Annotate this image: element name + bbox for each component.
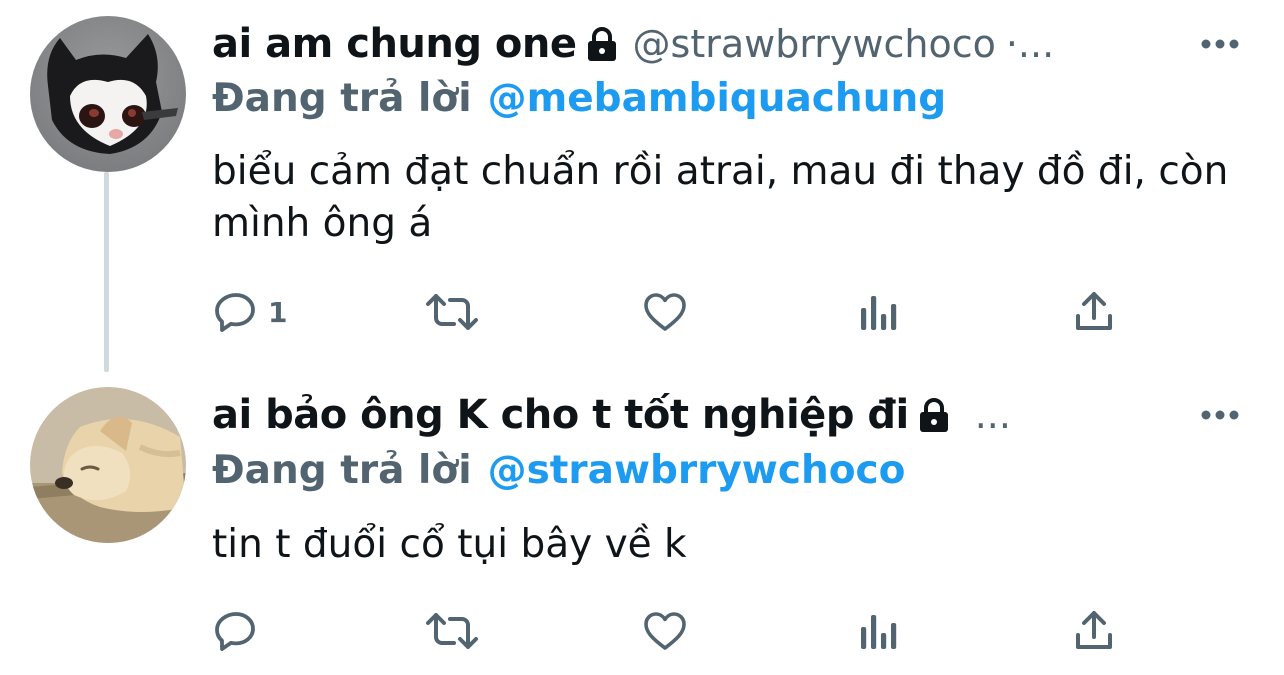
action-bar: 1 bbox=[212, 284, 1212, 340]
display-name[interactable]: ai am chung one bbox=[212, 21, 577, 67]
views-button[interactable] bbox=[857, 603, 897, 659]
heart-icon bbox=[644, 612, 686, 650]
analytics-icon bbox=[861, 615, 897, 649]
user-handle[interactable]: @strawbrrywchoco bbox=[633, 22, 996, 66]
retweet-button[interactable] bbox=[424, 603, 480, 659]
dog-avatar-image bbox=[30, 387, 186, 543]
reply-to-handle-link[interactable]: @strawbrrywchoco bbox=[488, 448, 906, 493]
tweet-text: tin t đuổi cổ tụi bây về k bbox=[212, 522, 687, 567]
retweet-button[interactable] bbox=[424, 284, 480, 340]
reply-icon bbox=[215, 612, 255, 651]
avatar[interactable] bbox=[30, 387, 186, 543]
more-dots-icon bbox=[1201, 39, 1239, 49]
lock-icon bbox=[585, 26, 619, 62]
more-options-button[interactable] bbox=[1198, 22, 1242, 66]
retweet-icon bbox=[426, 613, 478, 649]
action-bar bbox=[212, 603, 1212, 659]
reply-button[interactable] bbox=[212, 603, 268, 659]
tweet-text: biểu cảm đạt chuẩn rồi atrai, mau đi tha… bbox=[212, 149, 1229, 246]
reply-icon bbox=[215, 293, 255, 332]
reply-to-handle-link[interactable]: @mebambiquachung bbox=[488, 76, 947, 121]
tweet[interactable]: ai am chung one @strawbrrywchoco ·... Đa… bbox=[0, 0, 1284, 375]
handle-truncated: ... bbox=[974, 393, 1011, 437]
display-name[interactable]: ai bảo ông K cho t tốt nghiệp đi bbox=[212, 392, 909, 438]
more-dots-icon bbox=[1201, 410, 1239, 420]
replying-to: Đang trả lời @mebambiquachung bbox=[212, 70, 946, 126]
replying-to-label: Đang trả lời bbox=[212, 447, 472, 493]
timestamp-truncated: ·... bbox=[1005, 22, 1055, 66]
more-options-button[interactable] bbox=[1198, 393, 1242, 437]
tweet[interactable]: ai bảo ông K cho t tốt nghiệp đi ... Đan… bbox=[0, 375, 1284, 675]
like-button[interactable] bbox=[640, 603, 690, 659]
cat-avatar-image bbox=[30, 16, 186, 172]
reply-button[interactable]: 1 bbox=[212, 284, 287, 340]
analytics-icon bbox=[861, 296, 897, 330]
views-button[interactable] bbox=[857, 284, 897, 340]
retweet-icon bbox=[426, 294, 478, 330]
share-icon bbox=[1076, 292, 1112, 330]
share-button[interactable] bbox=[1072, 284, 1116, 340]
like-button[interactable] bbox=[640, 284, 690, 340]
lock-icon bbox=[917, 397, 951, 433]
reply-count: 1 bbox=[268, 295, 288, 329]
share-button[interactable] bbox=[1072, 603, 1116, 659]
heart-icon bbox=[644, 293, 686, 331]
replying-to-label: Đang trả lời bbox=[212, 75, 472, 121]
replying-to: Đang trả lời @strawbrrywchoco bbox=[212, 442, 905, 498]
avatar[interactable] bbox=[30, 16, 186, 172]
share-icon bbox=[1076, 611, 1112, 649]
